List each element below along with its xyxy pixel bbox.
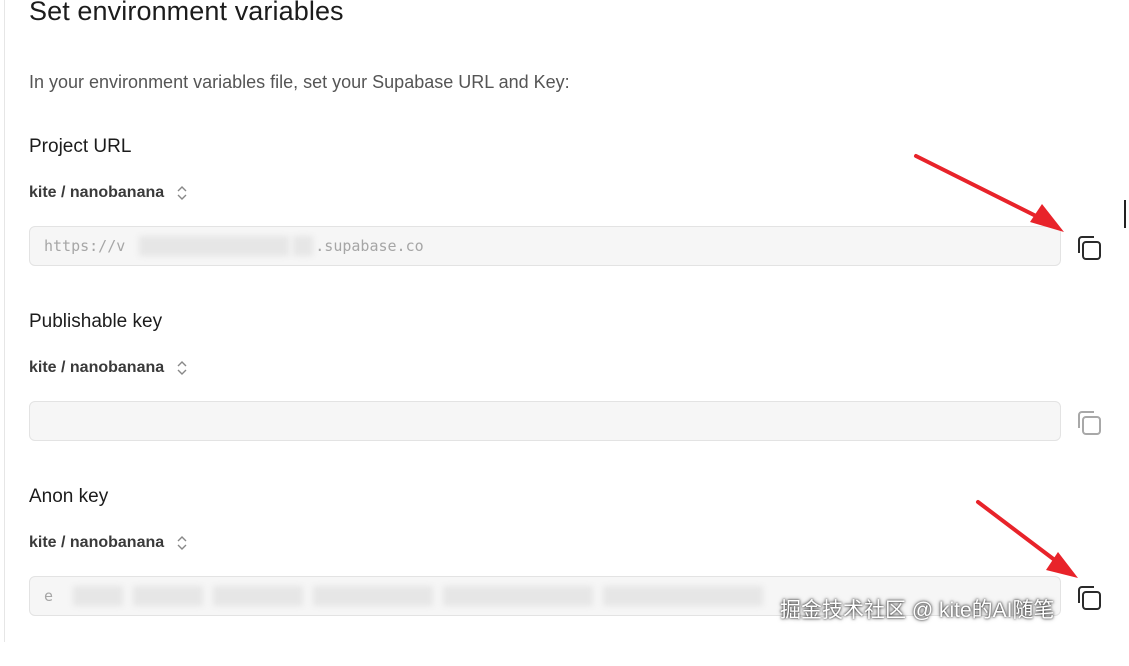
project-url-prefix: https://v (44, 237, 126, 255)
anon-key-section: Anon key kite / nanobanana e (29, 486, 1119, 666)
publishable-key-field[interactable] (29, 401, 1061, 441)
scrollbar-edge[interactable] (1124, 200, 1126, 228)
panel-border (4, 0, 5, 642)
redacted-value (139, 236, 290, 256)
publishable-key-label: Publishable key (29, 311, 163, 332)
watermark-text: 掘金技术社区 @ kite的AI随笔 (780, 599, 1055, 622)
redacted-value (73, 586, 124, 606)
copy-anon-key-button[interactable] (1073, 582, 1105, 614)
project-url-label: Project URL (29, 136, 132, 157)
project-selector-label: kite / nanobanana (29, 184, 165, 201)
copy-publishable-key-button[interactable] (1073, 407, 1105, 439)
copy-icon (1078, 236, 1101, 260)
project-url-suffix: .supabase.co (315, 237, 424, 255)
project-selector[interactable]: kite / nanobanana (29, 184, 188, 202)
project-selector-label: kite / nanobanana (29, 359, 165, 376)
copy-icon (1078, 586, 1101, 610)
project-url-section: Project URL kite / nanobanana https://v … (29, 136, 1119, 316)
redacted-value (603, 586, 764, 606)
copy-icon (1078, 411, 1101, 435)
chevrons-up-down-icon (177, 361, 187, 375)
redacted-value (443, 586, 594, 606)
chevrons-up-down-icon (177, 536, 187, 550)
chevrons-up-down-icon (177, 186, 187, 200)
project-selector[interactable]: kite / nanobanana (29, 534, 188, 552)
project-selector[interactable]: kite / nanobanana (29, 359, 188, 377)
intro-text: In your environment variables file, set … (29, 72, 570, 92)
anon-key-prefix: e (44, 587, 54, 605)
page-title: Set environment variables (29, 0, 344, 26)
redacted-value (133, 586, 204, 606)
publishable-key-section: Publishable key kite / nanobanana (29, 311, 1119, 491)
copy-project-url-button[interactable] (1073, 232, 1105, 264)
anon-key-label: Anon key (29, 486, 109, 507)
redacted-value (213, 586, 304, 606)
redacted-value (293, 236, 314, 256)
redacted-value (313, 586, 434, 606)
project-selector-label: kite / nanobanana (29, 534, 165, 551)
project-url-field[interactable]: https://v .supabase.co (29, 226, 1061, 266)
